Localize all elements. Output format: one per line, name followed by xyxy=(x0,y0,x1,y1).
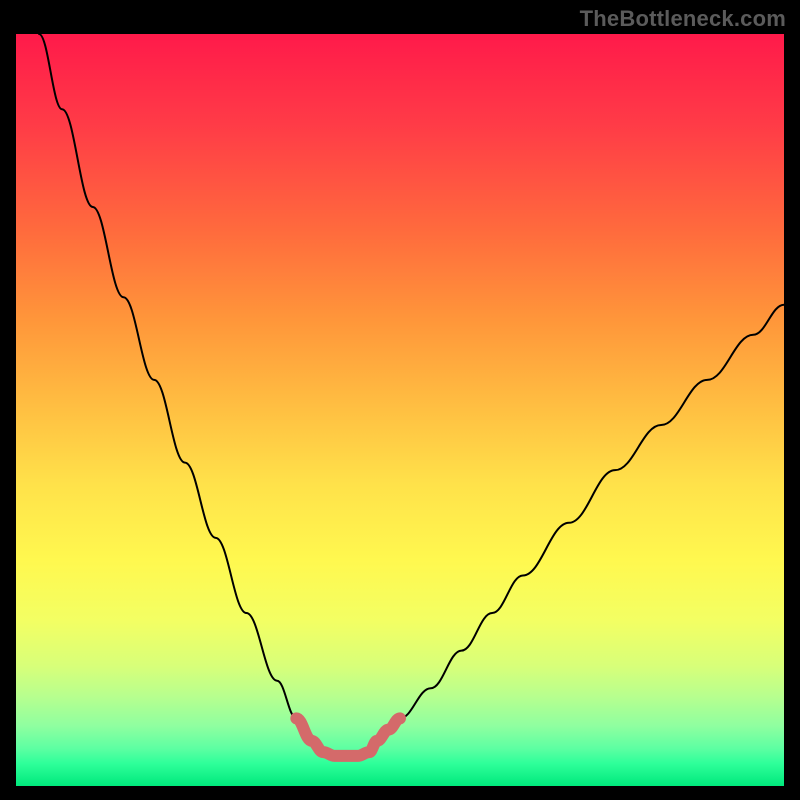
chart-frame: TheBottleneck.com xyxy=(0,0,800,800)
curve-right-branch xyxy=(377,305,784,741)
watermark-text: TheBottleneck.com xyxy=(580,6,786,32)
curve-left-branch xyxy=(39,34,312,741)
plot-area xyxy=(16,34,784,786)
curve-overlay xyxy=(16,34,784,786)
valley-highlight xyxy=(296,718,400,756)
